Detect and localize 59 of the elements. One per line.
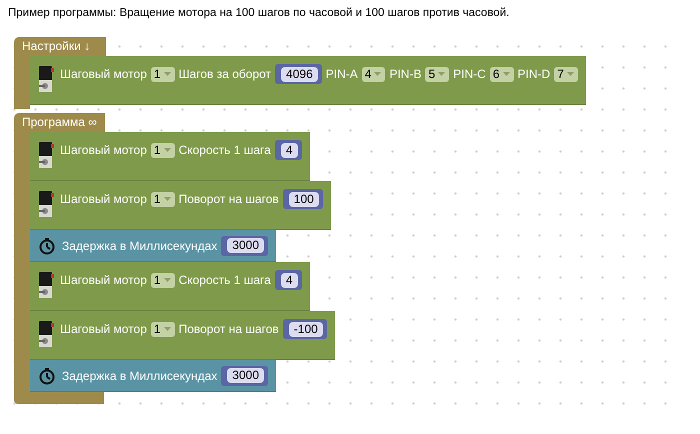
number-field[interactable]: 4 <box>280 272 298 288</box>
caret-icon <box>162 147 172 153</box>
caret-icon <box>502 71 511 77</box>
motor-icon <box>38 64 54 94</box>
stopwatch-icon <box>38 366 56 384</box>
motor-block[interactable]: Шаговый мотор 1 Скорость 1 шага 4 <box>30 132 310 181</box>
block-label: Шаговый мотор <box>60 66 147 83</box>
dropdown[interactable]: 1 <box>150 66 175 82</box>
caret-icon <box>373 71 382 77</box>
block-label: Скорость 1 шага <box>178 272 271 289</box>
block-label: Задержка в Миллисекундах <box>62 238 218 254</box>
number-field[interactable]: 3000 <box>227 238 264 253</box>
motor-block[interactable]: Шаговый мотор 1 Поворот на шагов -100 <box>30 311 335 360</box>
dropdown[interactable]: 7 <box>554 66 578 82</box>
motor-icon <box>38 319 54 349</box>
block-label: Шагов за оборот <box>178 66 272 83</box>
dropdown[interactable]: 1 <box>150 142 175 158</box>
group-header: Программа ∞ <box>14 113 105 132</box>
block-label: Шаговый мотор <box>60 272 147 289</box>
number-field[interactable]: 100 <box>288 192 319 206</box>
block-label: Шаговый мотор <box>60 191 147 208</box>
caret-icon <box>162 326 172 332</box>
dropdown[interactable]: 1 <box>150 192 175 206</box>
block-label: Скорость 1 шага <box>178 142 271 159</box>
caret-icon <box>162 196 172 202</box>
number-field[interactable]: -100 <box>288 322 323 336</box>
group-header: Настройки ↓ <box>14 37 106 56</box>
motor-block[interactable]: Шаговый мотор 1 Скорость 1 шага 4 <box>30 262 310 311</box>
block-label: Поворот на шагов <box>178 321 279 338</box>
motor-icon <box>38 270 54 300</box>
motor-icon <box>38 140 54 170</box>
dropdown[interactable]: 4 <box>362 66 386 82</box>
delay-block[interactable]: Задержка в Миллисекундах 3000 <box>30 230 276 262</box>
block-label: PIN-A <box>326 66 358 83</box>
block-label: PIN-B <box>389 66 422 83</box>
caption: Пример программы: Вращение мотора на 100 шагов по часовой и 100 шагов против часовой. <box>7 6 510 21</box>
delay-block[interactable]: Задержка в Миллисекундах 3000 <box>30 360 276 392</box>
dropdown[interactable]: 5 <box>425 66 450 82</box>
number-field[interactable]: 4096 <box>281 66 318 82</box>
motor-block[interactable]: Шаговый мотор 1 Шагов за оборот 4096 PIN-A 4 PIN-B 5 PIN-C 6 PIN-D 7 <box>30 56 586 105</box>
block-label: PIN-D <box>518 66 550 83</box>
block-label: Поворот на шагов <box>178 191 279 208</box>
block-label: Задержка в Миллисекундах <box>62 368 218 384</box>
stopwatch-icon <box>38 236 56 254</box>
motor-block[interactable]: Шаговый мотор 1 Поворот на шагов 100 <box>30 181 331 230</box>
block-label: PIN-C <box>453 66 486 83</box>
caret-icon <box>437 71 446 77</box>
motor-icon <box>38 189 54 219</box>
caret-icon <box>566 71 575 77</box>
block-label: Шаговый мотор <box>60 142 147 159</box>
caret-icon <box>162 71 172 77</box>
dropdown[interactable]: 1 <box>150 272 175 288</box>
caret-icon <box>162 277 172 283</box>
dropdown[interactable]: 6 <box>490 66 514 82</box>
dropdown[interactable]: 1 <box>150 322 175 336</box>
number-field[interactable]: 3000 <box>227 368 264 383</box>
group-bracket-end <box>14 105 30 109</box>
number-field[interactable]: 4 <box>280 142 298 158</box>
block-label: Шаговый мотор <box>60 321 147 338</box>
